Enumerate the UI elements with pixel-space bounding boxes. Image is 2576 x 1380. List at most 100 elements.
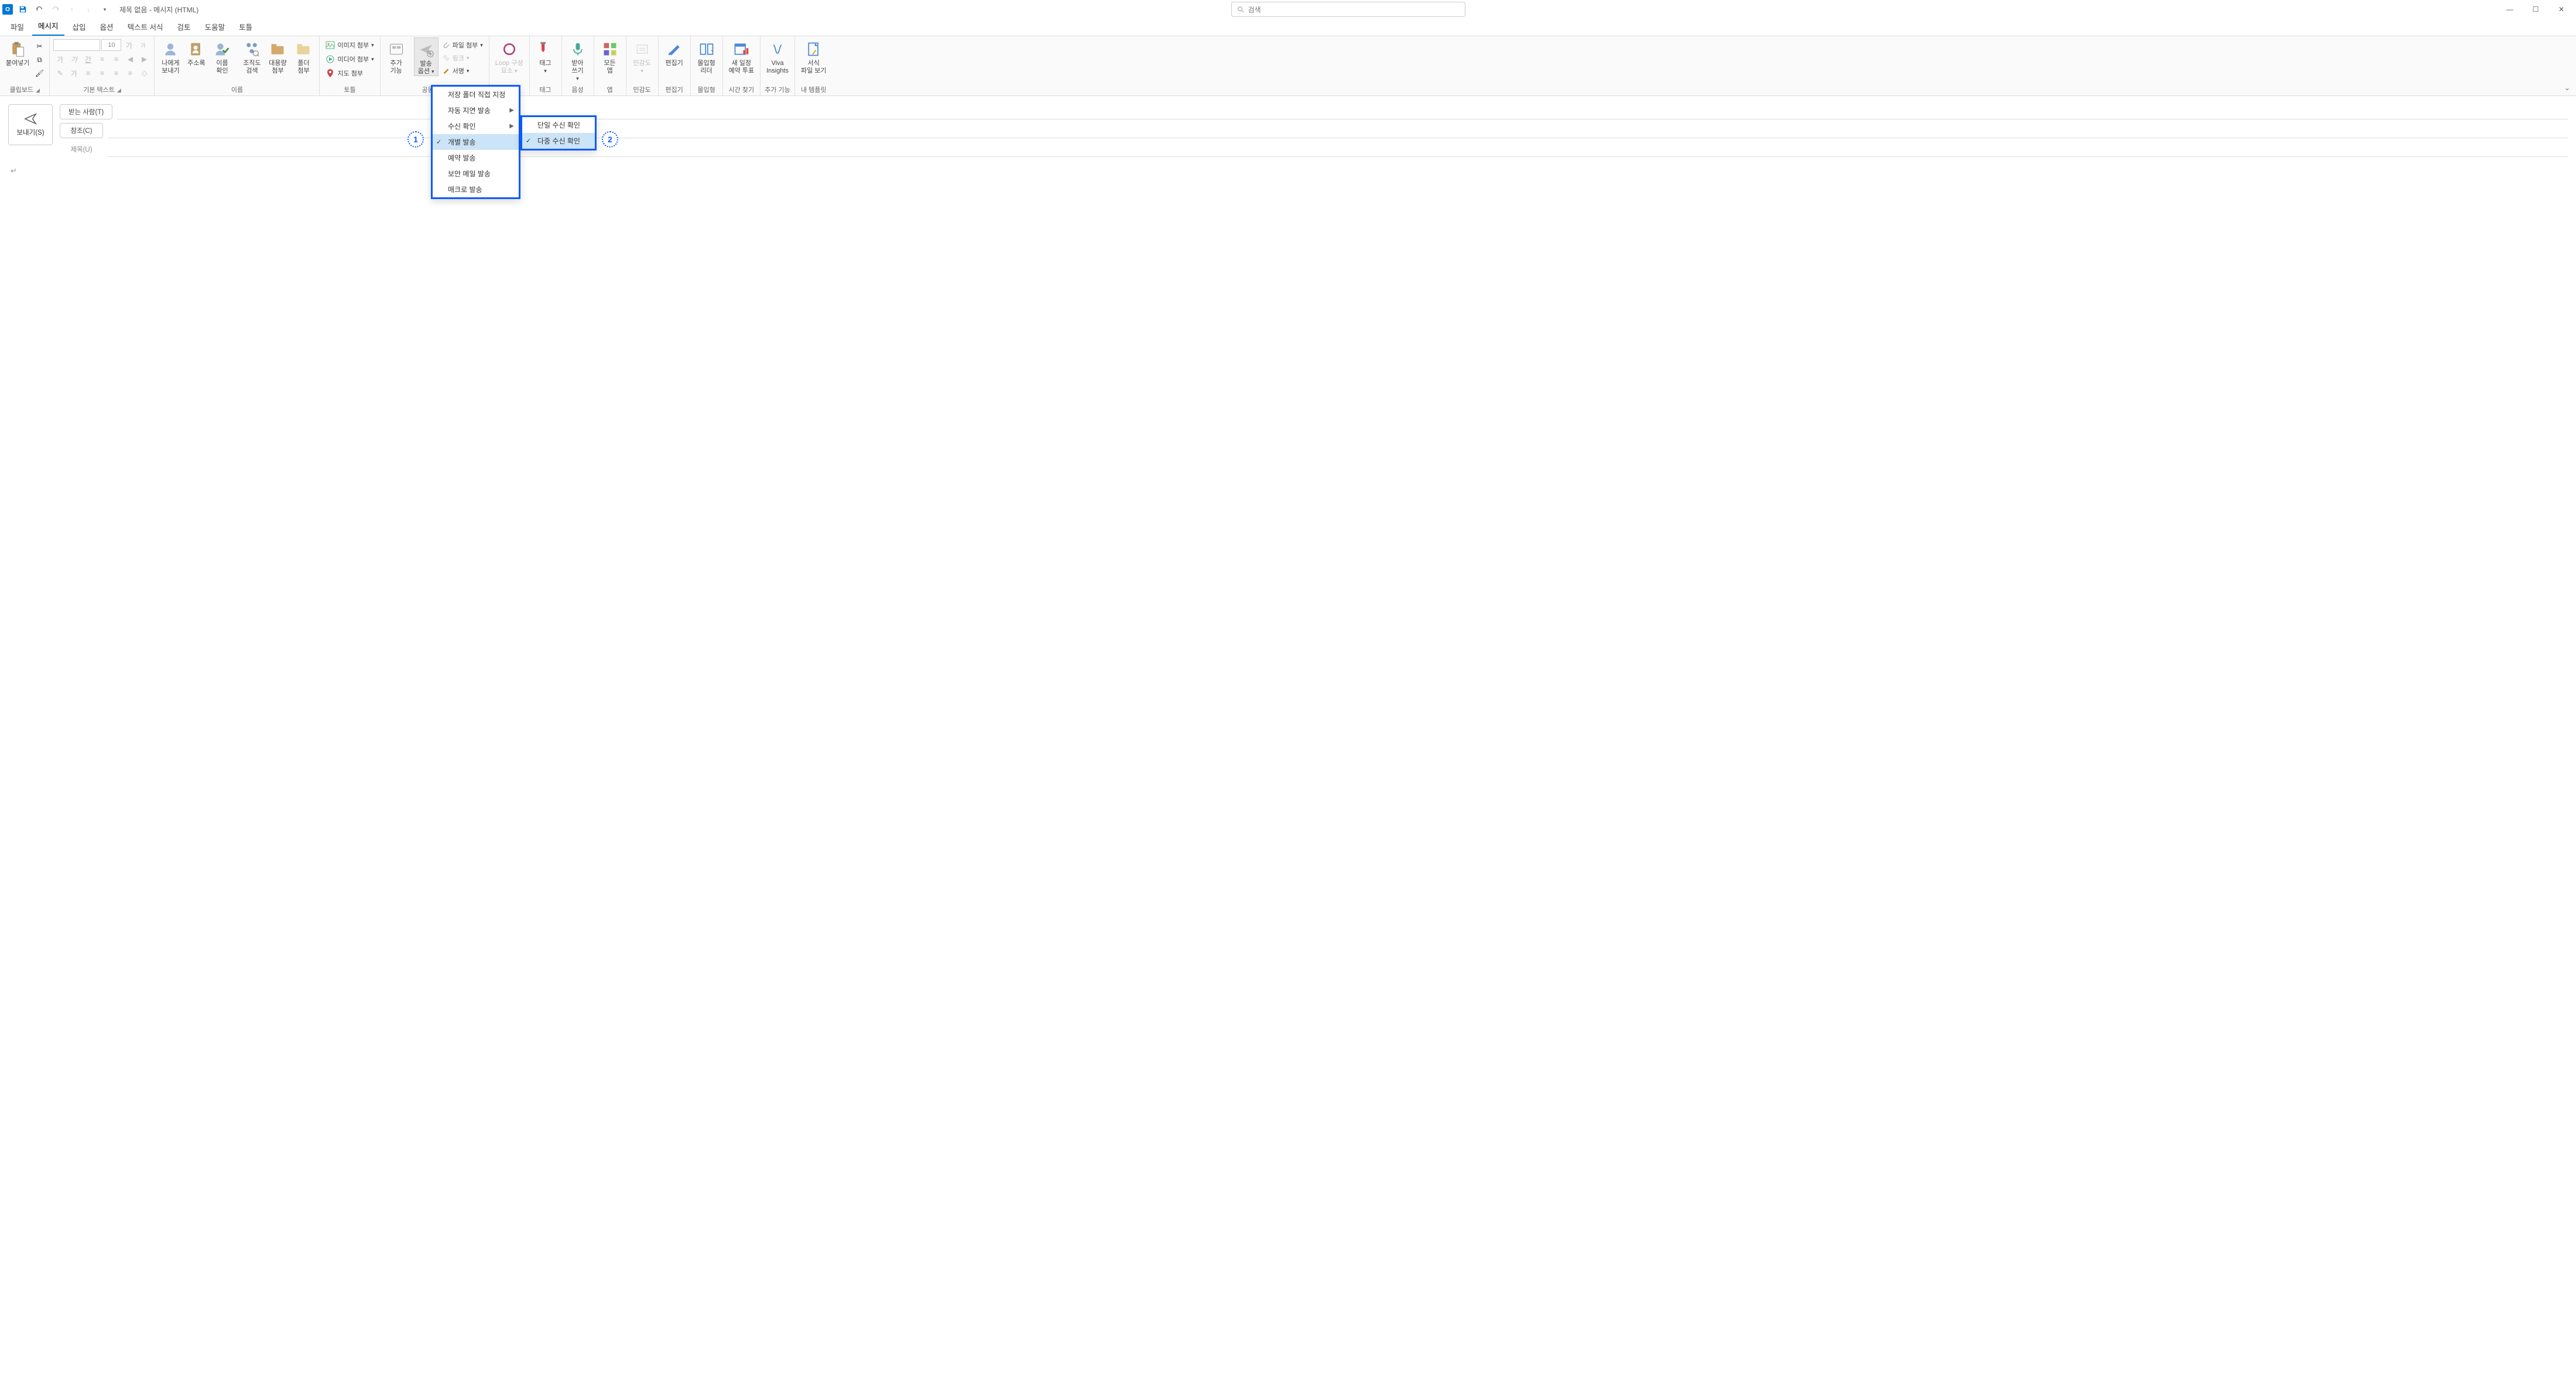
search-placeholder: 검색 <box>1248 5 1261 15</box>
tag-button[interactable]: 태그▾ <box>533 37 558 75</box>
qat-more-icon[interactable]: ▾ <box>98 3 111 16</box>
chevron-right-icon: ▶ <box>509 107 514 114</box>
maximize-button[interactable]: ☐ <box>2523 1 2548 18</box>
menu-macro-send[interactable]: 매크로 발송 <box>433 182 519 197</box>
tab-format[interactable]: 텍스트 서식 <box>122 18 169 36</box>
ribbon-collapse-icon[interactable]: ⌄ <box>2562 83 2572 93</box>
align-right-icon[interactable]: ≡ <box>109 67 122 80</box>
compose-area: 보내기(S) 받는 사람(T) 참조(C) 제목(U) <box>0 96 2576 157</box>
editor-button[interactable]: 편집기 <box>662 37 687 67</box>
close-button[interactable]: ✕ <box>2549 1 2574 18</box>
link-icon <box>442 54 450 62</box>
org-search-button[interactable]: 조직도 검색 <box>239 37 264 75</box>
paste-button[interactable]: 붙여넣기 <box>4 37 32 67</box>
loop-button[interactable]: Loop 구성 요소 ▾ <box>493 37 526 75</box>
sensitivity-button[interactable]: 민감도▾ <box>630 37 655 75</box>
callout-2: 2 <box>602 131 618 148</box>
schedule-poll-button[interactable]: 새 일정 예약 투표 <box>727 37 757 75</box>
callout-1: 1 <box>407 131 424 148</box>
tab-help[interactable]: 도움말 <box>199 18 231 36</box>
italic-icon[interactable]: 가 <box>67 53 80 66</box>
signature-button[interactable]: 서명 ▾ <box>440 64 485 77</box>
send-options-menu: 저장 폴더 직접 지정 자동 지연 발송▶ 수신 확인▶ ✓개별 발송 예약 발… <box>431 85 520 199</box>
redo-icon[interactable] <box>49 3 62 16</box>
align-center-icon[interactable]: ≡ <box>95 67 108 80</box>
image-icon <box>326 40 335 50</box>
signature-icon <box>442 67 450 75</box>
link-button[interactable]: 링크 ▾ <box>440 52 485 64</box>
menu-secure-send[interactable]: 보안 메일 발송 <box>433 166 519 182</box>
file-attach-button[interactable]: 파일 첨부 ▾ <box>440 39 485 52</box>
format-painter-icon[interactable]: 🖌 <box>33 67 46 80</box>
check-icon: ✓ <box>436 138 441 146</box>
tab-review[interactable]: 검토 <box>172 18 197 36</box>
cut-icon[interactable]: ✂ <box>33 40 46 53</box>
font-size-select[interactable]: 10 <box>101 39 121 51</box>
view-templates-button[interactable]: 서식 파일 보기 <box>799 37 829 75</box>
image-attach-button[interactable]: 이미지 첨부 ▾ <box>323 39 376 52</box>
bold-icon[interactable]: 가 <box>53 53 66 66</box>
window-title: 제목 없음 - 메시지 (HTML) <box>119 5 198 15</box>
bulk-attach-button[interactable]: 대용량 첨부 <box>265 37 290 75</box>
send-button[interactable]: 보내기(S) <box>8 104 53 145</box>
tab-file[interactable]: 파일 <box>5 18 30 36</box>
align-left-icon[interactable]: ≡ <box>81 67 94 80</box>
tab-options[interactable]: 옵션 <box>94 18 119 36</box>
media-attach-button[interactable]: 미디어 첨부 ▾ <box>323 53 376 66</box>
search-input[interactable]: 검색 <box>1231 2 1465 17</box>
ribbon-tabs: 파일 메시지 삽입 옵션 텍스트 서식 검토 도움말 토틀 <box>0 19 2576 36</box>
menu-multi-receipt[interactable]: ✓다중 수신 확인 <box>522 133 595 149</box>
ribbon: 붙여넣기 ✂ ⧉ 🖌 클립보드◢ 10 가 가 가 가 간 ≡ ≡ <box>0 36 2576 96</box>
indent-left-icon[interactable]: ◀ <box>124 53 136 66</box>
title-bar: O ↑ ↓ ▾ 제목 없음 - 메시지 (HTML) 검색 — ☐ ✕ <box>0 0 2576 19</box>
font-family-select[interactable] <box>53 39 100 51</box>
underline-icon[interactable]: 간 <box>81 53 94 66</box>
tab-message[interactable]: 메시지 <box>32 16 64 36</box>
highlight-icon[interactable]: ✎ <box>53 67 66 80</box>
bullets-icon[interactable]: ≡ <box>95 53 108 66</box>
minimize-button[interactable]: — <box>2498 1 2522 18</box>
down-arrow-icon: ↓ <box>82 3 95 16</box>
immersive-reader-button[interactable]: 몰입형 리더 <box>694 37 719 75</box>
message-body[interactable]: ↵ <box>0 157 2576 185</box>
receipt-confirm-submenu: 단일 수신 확인 ✓다중 수신 확인 <box>520 115 597 150</box>
shrink-font-icon[interactable]: 가 <box>136 39 149 52</box>
dictate-button[interactable]: 받아 쓰기▾ <box>566 37 590 83</box>
check-icon: ✓ <box>526 137 531 145</box>
tab-tottle[interactable]: 토틀 <box>233 18 258 36</box>
send-options-button[interactable]: 발송 옵션 ▾ <box>414 37 439 76</box>
viva-insights-button[interactable]: Viva Insights <box>764 37 791 75</box>
menu-single-receipt[interactable]: 단일 수신 확인 <box>522 117 595 133</box>
grow-font-icon[interactable]: 가 <box>122 39 135 52</box>
send-to-me-button[interactable]: 나에게 보내기 <box>158 37 183 75</box>
menu-scheduled-send[interactable]: 예약 발송 <box>433 150 519 166</box>
clear-format-icon[interactable]: ◇ <box>138 67 150 80</box>
align-justify-icon[interactable]: ≡ <box>124 67 136 80</box>
check-names-button[interactable]: 이름 확인 <box>210 37 234 75</box>
all-apps-button[interactable]: 모든 앱 <box>598 37 622 75</box>
indent-right-icon[interactable]: ▶ <box>138 53 150 66</box>
chevron-right-icon: ▶ <box>509 123 514 129</box>
address-book-button[interactable]: 주소록 <box>184 37 208 67</box>
copy-icon[interactable]: ⧉ <box>33 53 46 66</box>
folder-attach-button[interactable]: 폴더 첨부 <box>291 37 316 75</box>
save-icon[interactable] <box>16 3 29 16</box>
tab-insert[interactable]: 삽입 <box>67 18 92 36</box>
media-icon <box>326 54 335 64</box>
menu-receipt-confirm[interactable]: 수신 확인▶ <box>433 118 519 134</box>
map-attach-button[interactable]: 지도 첨부 <box>323 67 365 80</box>
paperclip-icon <box>442 41 450 49</box>
numbering-icon[interactable]: ≡ <box>109 53 122 66</box>
up-arrow-icon: ↑ <box>66 3 78 16</box>
font-color-icon[interactable]: 가 <box>67 67 80 80</box>
map-pin-icon <box>326 69 335 78</box>
menu-auto-delay[interactable]: 자동 지연 발송▶ <box>433 102 519 118</box>
subject-label: 제목(U) <box>60 145 103 154</box>
outlook-icon: O <box>2 4 13 15</box>
menu-individual-send[interactable]: ✓개별 발송 <box>433 134 519 150</box>
menu-save-folder[interactable]: 저장 폴더 직접 지정 <box>433 87 519 102</box>
undo-icon[interactable] <box>33 3 46 16</box>
cc-button[interactable]: 참조(C) <box>60 123 103 138</box>
add-ins-button[interactable]: 추가 기능 <box>384 37 409 75</box>
to-button[interactable]: 받는 사람(T) <box>60 104 112 119</box>
